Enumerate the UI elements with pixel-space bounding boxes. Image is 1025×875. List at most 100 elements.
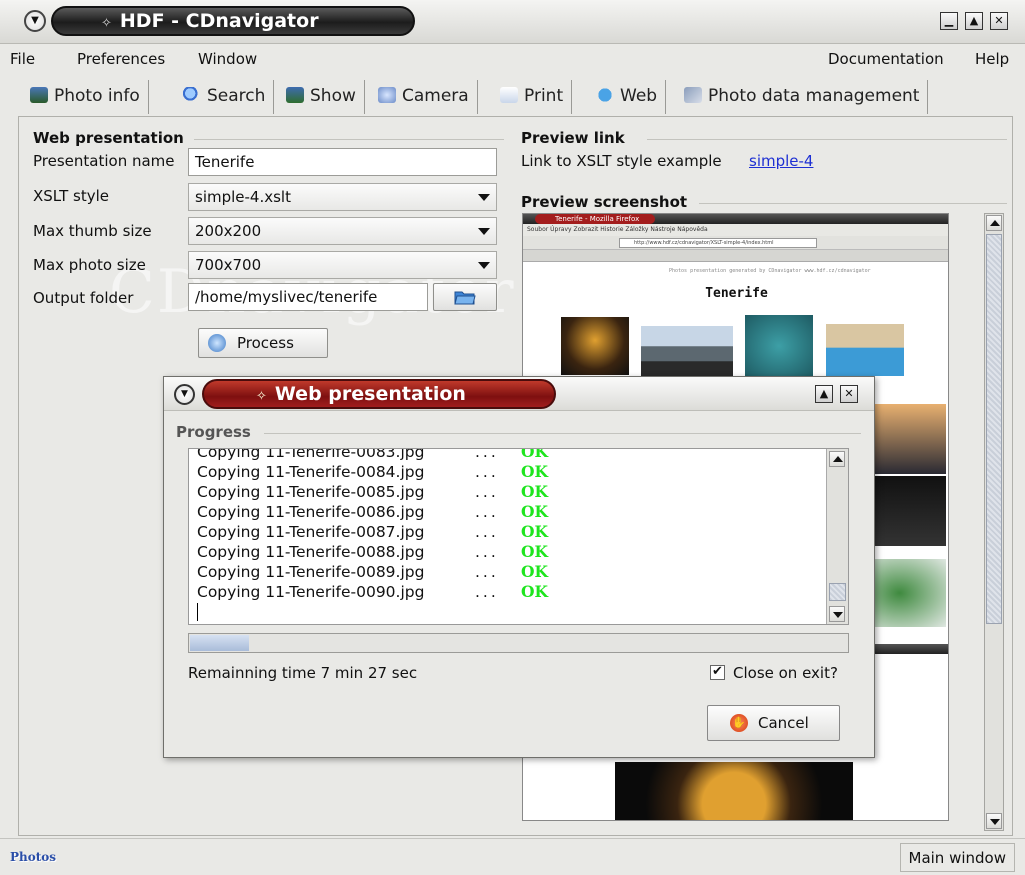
progress-log-scrollbar[interactable] [826,449,848,624]
photos-label[interactable]: Photos [10,850,56,864]
group-divider [647,139,1007,140]
show-icon [286,87,304,103]
scroll-down-button[interactable] [829,606,845,622]
arrow-up-icon [833,456,843,462]
window-title-pill: ✧ HDF - CDnavigator [51,6,415,36]
xslt-style-label: XSLT style [33,187,109,205]
preview-link-group-title: Preview link [521,129,625,147]
tab-label: Camera [402,86,469,106]
dialog-menu-button[interactable]: ▼ [174,384,195,405]
tab-label: Photo info [54,86,140,106]
preview-screenshot-group-title: Preview screenshot [521,193,688,211]
folder-open-icon [454,291,476,305]
close-on-exit-label[interactable]: Close on exit? [733,664,838,682]
max-thumb-size-label: Max thumb size [33,222,152,240]
max-thumb-size-select[interactable]: 200x200 [188,217,497,245]
web-presentation-group-title: Web presentation [33,129,184,147]
xslt-style-select[interactable]: simple-4.xslt [188,183,497,211]
output-folder-label: Output folder [33,289,134,307]
tab-photo-info[interactable]: Photo info [20,80,149,114]
menubar: File Preferences Window Documentation He… [0,44,1025,76]
log-line-file: Copying 11-Tenerife-0089.jpg [197,563,425,581]
presentation-name-field[interactable]: Tenerife [188,148,497,176]
app-icon: ✧ [101,16,112,31]
progress-log[interactable]: Copying 11-Tenerife-0083.jpg... OK Copying… [188,448,849,625]
scroll-up-button[interactable] [829,451,845,467]
web-icon [596,87,614,103]
max-photo-size-select[interactable]: 700x700 [188,251,497,279]
window-menu-button[interactable]: ▼ [24,10,46,32]
tab-label: Print [524,86,564,106]
log-line-file: Copying 11-Tenerife-0090.jpg [197,583,425,601]
log-line: Copying 11-Tenerife-0085.jpg... OK [197,482,548,502]
max-thumb-size-value: 200x200 [195,222,262,240]
presentation-name-label: Presentation name [33,152,175,170]
log-line-dots: ... [475,583,499,601]
tab-web[interactable]: Web [586,80,667,114]
preview-link-text: Link to XSLT style example [521,152,722,170]
preview-thumbnail [745,315,813,377]
tab-label: Search [207,86,266,106]
group-divider [699,203,1007,204]
close-button[interactable]: ✕ [990,12,1008,30]
scrollbar-thumb[interactable] [829,583,846,601]
log-line: Copying 11-Tenerife-0088.jpg... OK [197,542,548,562]
log-line-status: OK [521,582,548,601]
tab-label: Show [310,86,356,106]
log-line-status: OK [521,542,548,561]
preview-browser-menu: Soubor Úpravy Zobrazit Historie Záložky … [523,224,948,236]
max-photo-size-label: Max photo size [33,256,146,274]
dialog-titlebar[interactable]: ▼ ✧ Web presentation ▲ ✕ [164,377,874,411]
process-button-label: Process [237,334,294,352]
tab-print[interactable]: Print [490,80,573,114]
log-line-status: OK [521,562,548,581]
scroll-up-button[interactable] [986,215,1002,231]
tab-camera[interactable]: Camera [368,80,478,114]
close-on-exit-checkbox[interactable]: ✔ [710,665,725,680]
log-line-status: OK [521,502,548,521]
xslt-style-value: simple-4.xslt [195,188,291,206]
log-line-file: Copying 11-Tenerife-0085.jpg [197,483,425,501]
tab-search[interactable]: Search [173,80,275,114]
output-folder-field[interactable]: /home/myslivec/tenerife [188,283,428,311]
cancel-button[interactable]: ✋ Cancel [707,705,840,741]
log-line: Copying 11-Tenerife-0089.jpg... OK [197,562,548,582]
dialog-title-pill: ✧ Web presentation [202,379,556,409]
cancel-icon: ✋ [730,714,748,732]
log-line-dots: ... [475,503,499,521]
preview-scrollbar[interactable] [984,213,1004,831]
log-line-status: OK [521,448,548,461]
preview-page-heading: Tenerife [705,286,768,301]
log-line: Copying 11-Tenerife-0086.jpg... OK [197,502,548,522]
tab-label: Web [620,86,658,106]
arrow-down-icon [833,612,843,618]
minimize-button[interactable]: ▁ [940,12,958,30]
menu-file[interactable]: File [10,50,35,68]
process-button[interactable]: Process [198,328,328,358]
preview-browser-url: http://www.hdf.cz/cdnavigator/XSLT-simpl… [619,238,817,248]
menu-documentation[interactable]: Documentation [828,50,944,68]
scroll-down-button[interactable] [986,813,1002,829]
preview-thumbnail [561,317,629,375]
preview-browser-title: Tenerife - Mozilla Firefox [535,214,655,224]
tab-show[interactable]: Show [276,80,365,114]
browse-folder-button[interactable] [433,283,497,311]
menu-help[interactable]: Help [975,50,1009,68]
tab-photo-data-management[interactable]: Photo data management [674,80,929,114]
photo-data-management-icon [684,87,702,103]
dialog-close-button[interactable]: ✕ [840,385,858,403]
menu-window[interactable]: Window [198,50,257,68]
window-titlebar[interactable]: ▼ ✧ HDF - CDnavigator ▁ ▲ ✕ [0,0,1025,44]
log-line-dots: ... [475,543,499,561]
main-window-button[interactable]: Main window [899,843,1015,872]
scrollbar-thumb[interactable] [986,234,1002,624]
chevron-down-icon [478,228,490,235]
text-caret [197,603,198,621]
menu-preferences[interactable]: Preferences [77,50,165,68]
dialog-maximize-button[interactable]: ▲ [815,385,833,403]
preview-link-anchor[interactable]: simple-4 [749,152,813,170]
preview-page-caption: Photos presentation generated by CDnavig… [669,268,871,274]
progress-log-lines: Copying 11-Tenerife-0083.jpg... OK Copying… [197,448,548,602]
maximize-button[interactable]: ▲ [965,12,983,30]
dialog-title: Web presentation [274,383,466,405]
